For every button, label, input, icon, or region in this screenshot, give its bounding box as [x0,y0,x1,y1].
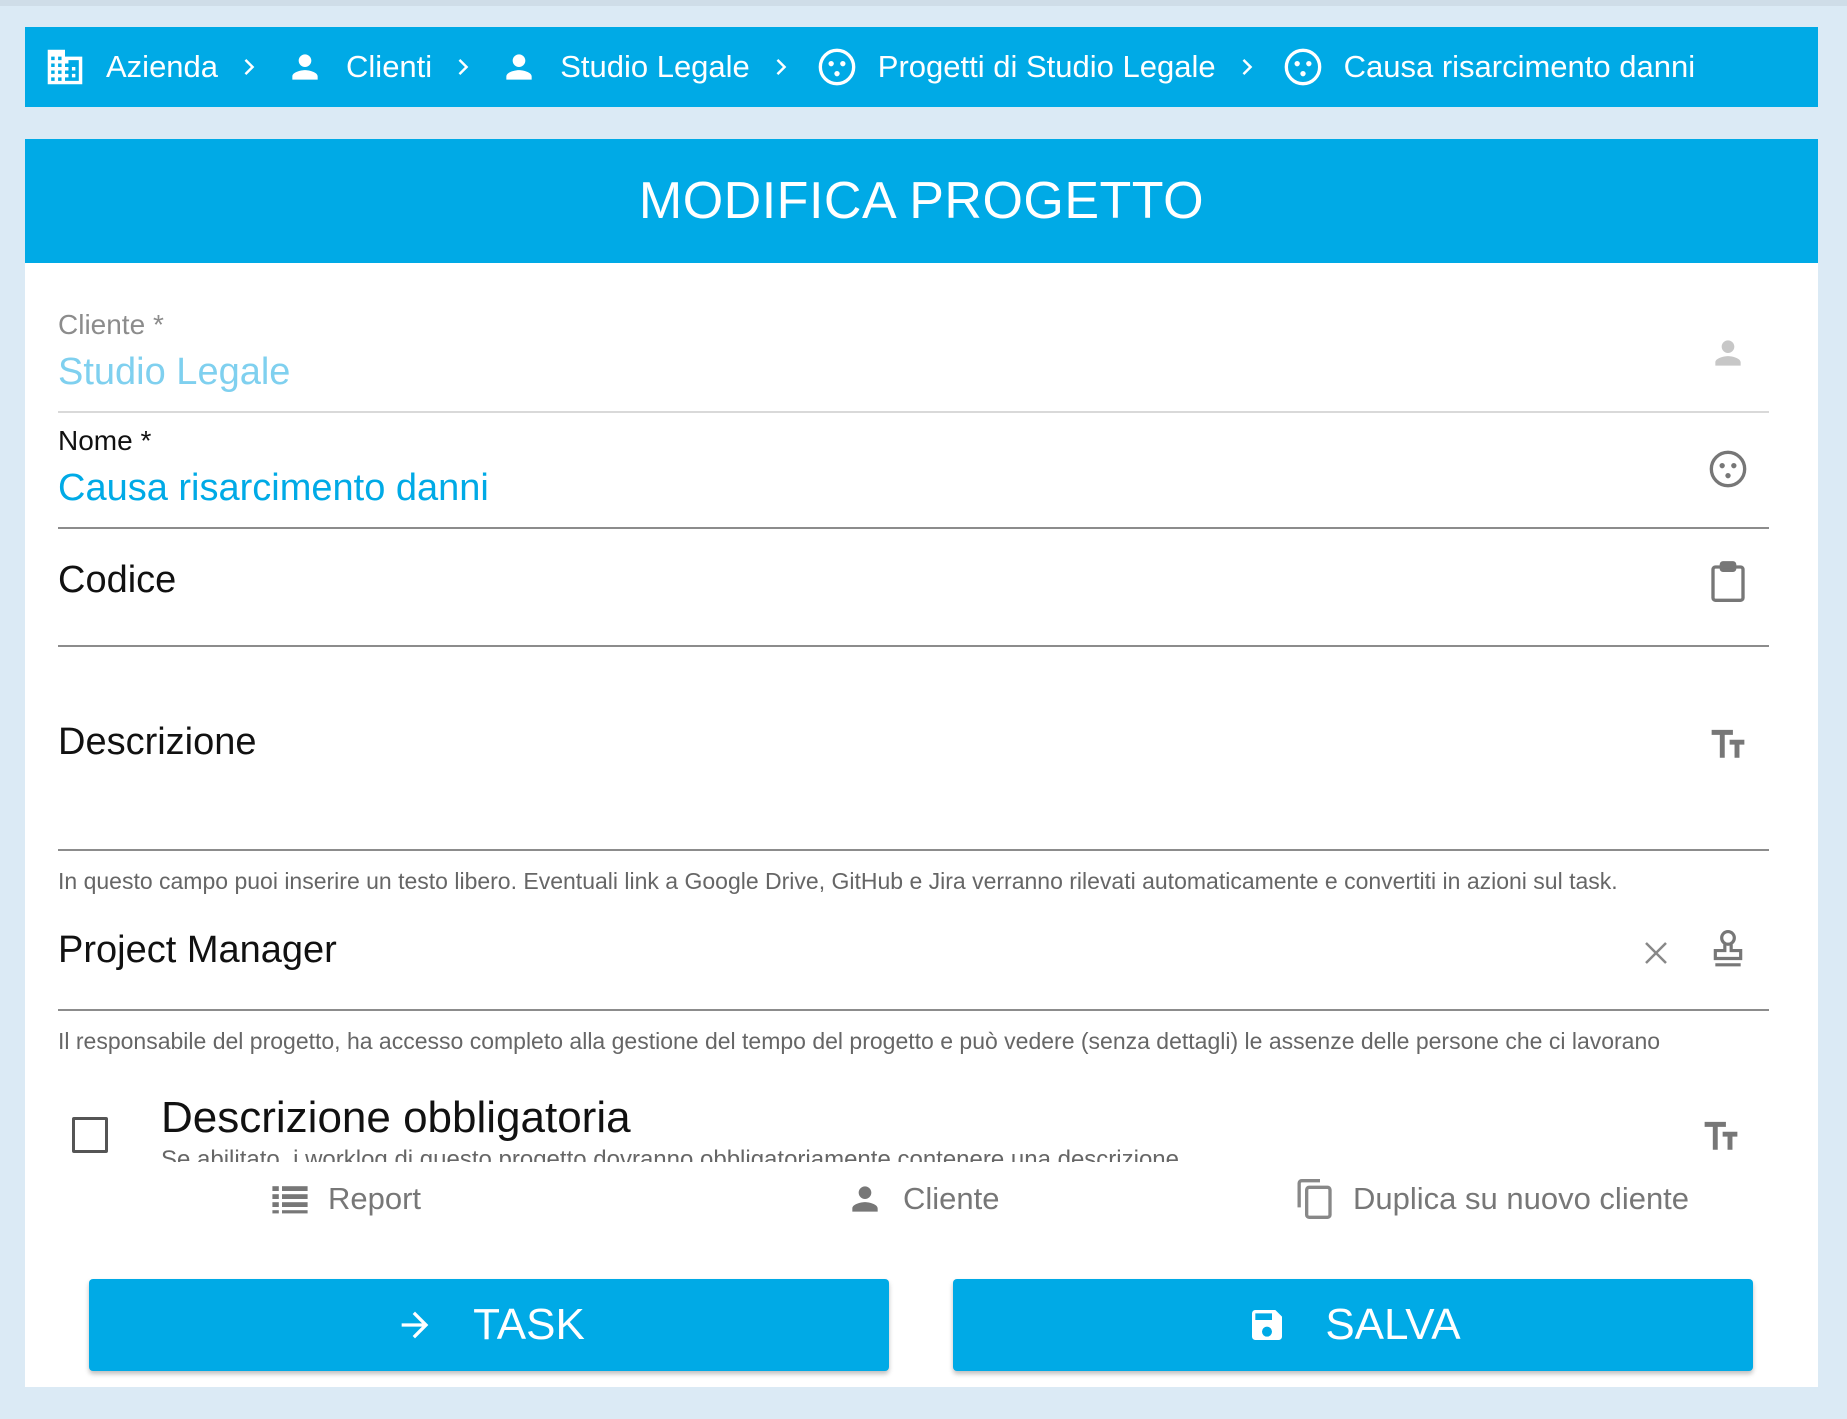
clipboard-icon [1708,561,1748,603]
project-icon [816,46,858,88]
chevron-right-icon [766,51,798,83]
edit-project-card: MODIFICA PROGETTO Cliente * Studio Legal… [25,139,1818,1387]
top-edge [0,0,1847,6]
descrizione-field[interactable] [58,651,1769,851]
person-icon [284,46,326,88]
stamp-icon [1708,929,1748,969]
breadcrumb-item-clienti[interactable]: Clienti [284,27,432,107]
salva-button[interactable]: SALVA [953,1279,1753,1371]
close-icon[interactable] [1636,933,1676,973]
nome-input[interactable]: Causa risarcimento danni [58,467,489,510]
task-button[interactable]: TASK [89,1279,889,1371]
copy-icon [1295,1179,1335,1219]
chevron-right-icon [448,51,480,83]
project-icon [1282,46,1324,88]
salva-button-label: SALVA [1325,1300,1461,1349]
chevron-right-icon [234,51,266,83]
codice-field[interactable] [58,533,1769,647]
breadcrumb-label: Clienti [346,49,433,84]
list-icon [270,1179,310,1219]
cliente-label: Cliente * [58,309,164,340]
building-icon [44,46,86,88]
breadcrumb: Azienda Clienti Studio Legale Progetti d [25,27,1818,107]
cliente-action-label: Cliente [903,1181,1000,1216]
breadcrumb-label: Progetti di Studio Legale [877,49,1216,84]
cliente-field [58,301,1769,413]
breadcrumb-item-current-project[interactable]: Causa risarcimento danni [1282,27,1696,107]
breadcrumb-label: Studio Legale [560,49,750,84]
text-format-icon [1708,723,1748,763]
breadcrumb-item-azienda[interactable]: Azienda [44,27,218,107]
person-icon [498,46,540,88]
breadcrumb-item-studio-legale[interactable]: Studio Legale [498,27,750,107]
breadcrumb-label: Azienda [106,49,219,84]
descrizione-label: Descrizione [58,721,257,763]
report-label: Report [328,1181,422,1216]
person-icon [845,1179,885,1219]
descrizione-obbligatoria-sub: Se abilitato, i worklog di questo proget… [161,1146,1179,1162]
breadcrumb-label: Causa risarcimento danni [1343,49,1696,84]
save-icon [1245,1303,1289,1347]
project-icon [1708,449,1748,489]
project-manager-label: Project Manager [58,929,337,971]
person-icon [1708,333,1748,373]
cliente-action[interactable]: Cliente [845,1179,1000,1219]
nome-label: Nome * [58,425,152,456]
page-title: MODIFICA PROGETTO [25,139,1818,263]
codice-label: Codice [58,559,177,601]
descrizione-hint: In questo campo puoi inserire un testo l… [58,868,1618,894]
task-button-label: TASK [473,1300,585,1349]
duplica-action[interactable]: Duplica su nuovo cliente [1295,1179,1689,1219]
breadcrumb-item-progetti[interactable]: Progetti di Studio Legale [816,27,1216,107]
cliente-value: Studio Legale [58,351,291,393]
text-format-icon [1701,1115,1741,1155]
arrow-right-icon [393,1303,437,1347]
project-manager-hint: Il responsabile del progetto, ha accesso… [58,1028,1661,1054]
duplica-label: Duplica su nuovo cliente [1353,1181,1690,1216]
report-action[interactable]: Report [270,1179,421,1219]
descrizione-obbligatoria-checkbox[interactable] [72,1117,108,1153]
descrizione-obbligatoria-sub-wrap: Se abilitato, i worklog di questo proget… [161,1146,1461,1162]
chevron-right-icon [1232,51,1264,83]
descrizione-obbligatoria-label: Descrizione obbligatoria [161,1093,631,1142]
